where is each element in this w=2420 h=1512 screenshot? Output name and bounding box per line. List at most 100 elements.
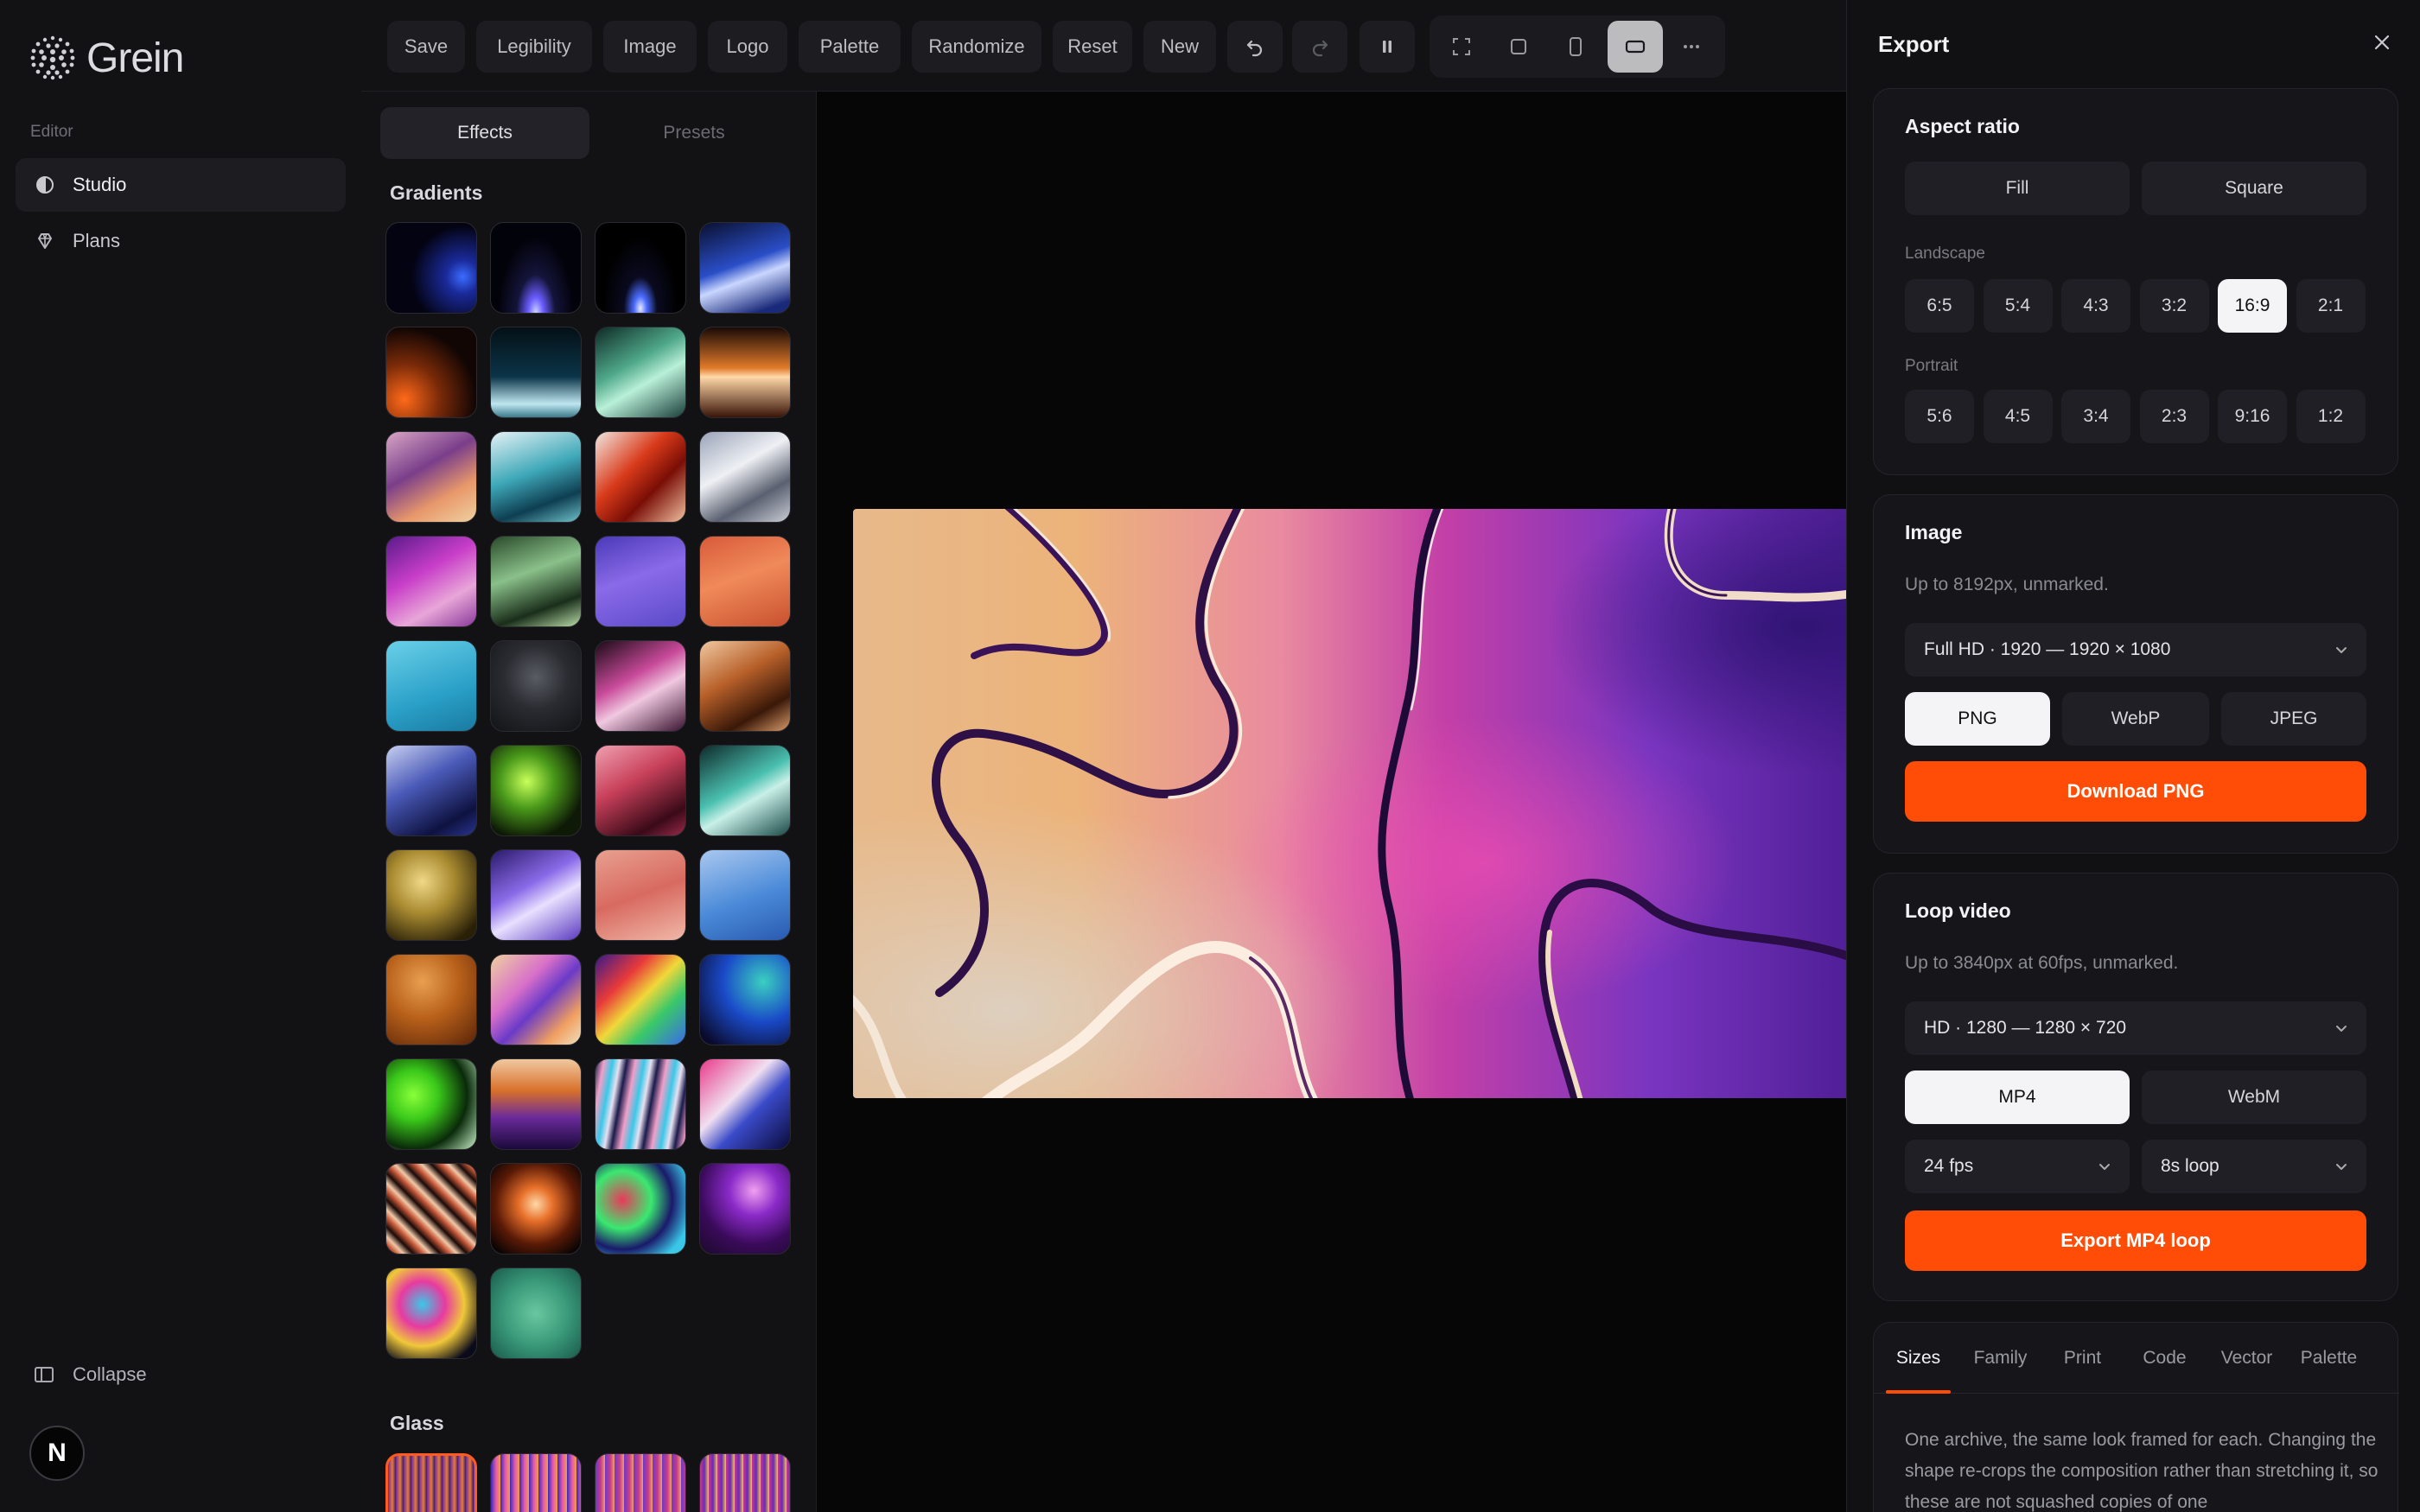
frame-square-button[interactable] xyxy=(1493,21,1544,73)
avatar[interactable]: N xyxy=(29,1426,85,1481)
portrait-ratio-4-5[interactable]: 4:5 xyxy=(1983,390,2053,443)
gradient-preset-tile[interactable] xyxy=(595,327,686,418)
portrait-ratio-5-6[interactable]: 5:6 xyxy=(1905,390,1974,443)
portrait-ratio-3-4[interactable]: 3:4 xyxy=(2061,390,2130,443)
redo-button[interactable] xyxy=(1292,21,1347,73)
tab-effects[interactable]: Effects xyxy=(380,107,589,159)
fps-select[interactable]: 24 fps xyxy=(1905,1140,2130,1193)
pause-button[interactable] xyxy=(1360,21,1415,73)
format-mp4-button[interactable]: MP4 xyxy=(1905,1070,2130,1124)
gradient-preset-tile[interactable] xyxy=(490,954,582,1045)
gradient-preset-tile[interactable] xyxy=(385,1267,477,1359)
landscape-ratio-4-3[interactable]: 4:3 xyxy=(2061,279,2130,333)
legibility-button[interactable]: Legibility xyxy=(476,21,592,73)
gradient-preset-tile[interactable] xyxy=(385,222,477,314)
palette-button[interactable]: Palette xyxy=(799,21,901,73)
gradient-preset-tile[interactable] xyxy=(385,431,477,523)
gradient-preset-tile[interactable] xyxy=(385,327,477,418)
tab-palette[interactable]: Palette xyxy=(2288,1323,2370,1393)
gradient-preset-tile[interactable] xyxy=(385,745,477,836)
loop-length-select[interactable]: 8s loop xyxy=(2142,1140,2366,1193)
gradient-preset-tile[interactable] xyxy=(595,640,686,732)
glass-preset-tile[interactable] xyxy=(699,1453,791,1512)
gradient-artwork[interactable] xyxy=(853,509,1846,1098)
gradient-preset-tile[interactable] xyxy=(385,954,477,1045)
gradient-preset-tile[interactable] xyxy=(490,431,582,523)
video-size-select[interactable]: HD · 1280 — 1280 × 720 xyxy=(1905,1001,2366,1055)
portrait-ratio-1-2[interactable]: 1:2 xyxy=(2296,390,2366,443)
gradient-preset-tile[interactable] xyxy=(385,640,477,732)
undo-button[interactable] xyxy=(1227,21,1283,73)
gradient-preset-tile[interactable] xyxy=(595,536,686,627)
export-mp4-loop-button[interactable]: Export MP4 loop xyxy=(1905,1210,2366,1271)
collapse-button[interactable]: Collapse xyxy=(16,1348,275,1401)
gradient-preset-tile[interactable] xyxy=(699,1163,791,1255)
gradient-preset-tile[interactable] xyxy=(490,640,582,732)
close-icon[interactable] xyxy=(2369,29,2395,55)
gradient-preset-tile[interactable] xyxy=(595,745,686,836)
save-button[interactable]: Save xyxy=(387,21,465,73)
glass-preset-tile[interactable] xyxy=(385,1453,477,1512)
tab-code[interactable]: Code xyxy=(2124,1323,2206,1393)
gradient-preset-tile[interactable] xyxy=(385,849,477,941)
sidebar-item-plans[interactable]: Plans xyxy=(16,214,346,268)
gradient-preset-tile[interactable] xyxy=(595,849,686,941)
gradient-preset-tile[interactable] xyxy=(490,327,582,418)
tab-vector[interactable]: Vector xyxy=(2206,1323,2288,1393)
gradient-preset-tile[interactable] xyxy=(699,745,791,836)
landscape-ratio-3-2[interactable]: 3:2 xyxy=(2139,279,2209,333)
square-button[interactable]: Square xyxy=(2142,162,2366,215)
tab-print[interactable]: Print xyxy=(2041,1323,2124,1393)
format-webp-button[interactable]: WebP xyxy=(2062,692,2209,746)
format-jpeg-button[interactable]: JPEG xyxy=(2221,692,2366,746)
gradient-preset-tile[interactable] xyxy=(385,1058,477,1150)
gradient-preset-tile[interactable] xyxy=(699,222,791,314)
landscape-ratio-6-5[interactable]: 6:5 xyxy=(1905,279,1974,333)
gradient-preset-tile[interactable] xyxy=(595,1058,686,1150)
gradient-preset-tile[interactable] xyxy=(490,849,582,941)
gradient-preset-tile[interactable] xyxy=(490,1267,582,1359)
tab-presets[interactable]: Presets xyxy=(589,107,799,159)
gradient-preset-tile[interactable] xyxy=(385,1163,477,1255)
landscape-ratio-16-9[interactable]: 16:9 xyxy=(2218,279,2287,333)
gradient-preset-tile[interactable] xyxy=(595,1163,686,1255)
format-png-button[interactable]: PNG xyxy=(1905,692,2050,746)
more-button[interactable] xyxy=(1666,21,1716,73)
gradient-preset-tile[interactable] xyxy=(490,222,582,314)
frame-portrait-button[interactable] xyxy=(1551,21,1601,73)
logo-button[interactable]: Logo xyxy=(708,21,787,73)
frame-landscape-button[interactable] xyxy=(1608,21,1663,73)
portrait-ratio-9-16[interactable]: 9:16 xyxy=(2218,390,2287,443)
gradient-preset-tile[interactable] xyxy=(699,327,791,418)
download-png-button[interactable]: Download PNG xyxy=(1905,761,2366,822)
brand-logo[interactable]: Grein xyxy=(26,31,184,85)
portrait-ratio-2-3[interactable]: 2:3 xyxy=(2139,390,2209,443)
gradient-preset-tile[interactable] xyxy=(699,1058,791,1150)
tab-family[interactable]: Family xyxy=(1959,1323,2041,1393)
landscape-ratio-2-1[interactable]: 2:1 xyxy=(2296,279,2366,333)
image-button[interactable]: Image xyxy=(603,21,697,73)
image-size-select[interactable]: Full HD · 1920 — 1920 × 1080 xyxy=(1905,623,2366,677)
glass-preset-tile[interactable] xyxy=(595,1453,686,1512)
gradient-preset-tile[interactable] xyxy=(699,431,791,523)
gradient-preset-tile[interactable] xyxy=(490,1058,582,1150)
landscape-ratio-5-4[interactable]: 5:4 xyxy=(1983,279,2053,333)
new-button[interactable]: New xyxy=(1143,21,1216,73)
glass-preset-tile[interactable] xyxy=(490,1453,582,1512)
gradient-preset-tile[interactable] xyxy=(595,431,686,523)
gradient-preset-tile[interactable] xyxy=(699,536,791,627)
reset-button[interactable]: Reset xyxy=(1053,21,1132,73)
gradient-preset-tile[interactable] xyxy=(699,849,791,941)
gradient-preset-tile[interactable] xyxy=(595,954,686,1045)
gradient-preset-tile[interactable] xyxy=(490,745,582,836)
gradient-preset-tile[interactable] xyxy=(699,954,791,1045)
gradient-preset-tile[interactable] xyxy=(699,640,791,732)
fill-button[interactable]: Fill xyxy=(1905,162,2130,215)
fullscreen-button[interactable] xyxy=(1436,21,1487,73)
gradient-preset-tile[interactable] xyxy=(490,1163,582,1255)
format-webm-button[interactable]: WebM xyxy=(2142,1070,2366,1124)
gradient-preset-tile[interactable] xyxy=(490,536,582,627)
randomize-button[interactable]: Randomize xyxy=(912,21,1041,73)
gradient-preset-tile[interactable] xyxy=(595,222,686,314)
tab-sizes[interactable]: Sizes xyxy=(1877,1323,1959,1394)
